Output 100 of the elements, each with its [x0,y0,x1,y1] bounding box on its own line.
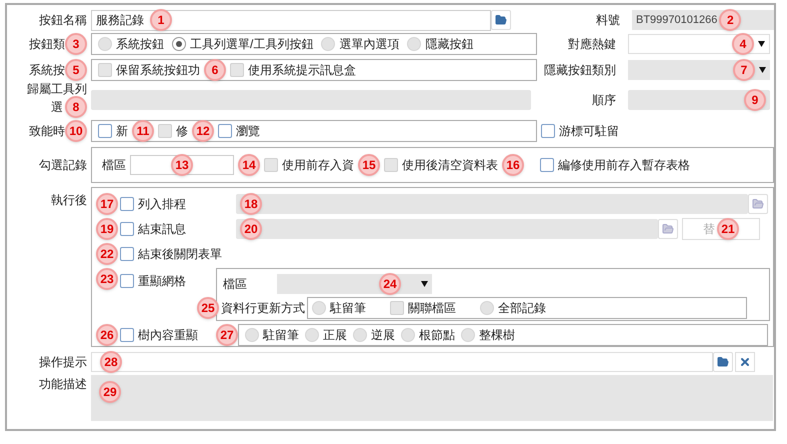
clear-button[interactable] [735,352,755,372]
radio-button[interactable] [172,37,186,51]
checkbox-label: 重顯網格 [138,273,186,290]
number-badge: 18 [240,193,262,215]
field-label: 選 [51,100,63,114]
number-badge: 23 [96,268,118,290]
text-field[interactable] [91,90,531,110]
browse-button[interactable] [713,352,733,372]
folder-icon [752,198,764,210]
radio-button[interactable] [480,301,494,315]
folder-icon [717,356,729,368]
field-label: 勾選記錄 [39,157,87,174]
checkbox[interactable] [541,124,555,138]
radio-button[interactable] [401,328,415,342]
checkbox[interactable] [540,158,554,172]
browse-button[interactable] [748,194,768,214]
caret-icon [758,41,765,47]
text-field[interactable]: 18 [236,194,748,214]
field-label: 致能時 [29,123,65,140]
field-label: 對應熱鍵 [568,36,616,53]
number-badge: 22 [96,243,118,265]
radio-button[interactable] [312,301,326,315]
browse-button[interactable] [658,219,678,239]
number-badge: 24 [379,273,401,295]
number-badge: 4 [732,33,754,55]
checkbox-label: 列入排程 [138,196,186,213]
checkbox-label: 使用後清空資料表 [402,157,498,174]
checkbox[interactable] [120,274,134,288]
number-badge: 1 [150,9,172,31]
text-field[interactable]: 13 [130,155,234,175]
field-label: 按鈕類 [29,36,65,53]
number-badge: 6 [204,59,226,81]
radio-button[interactable] [305,328,319,342]
checkbox-label: 瀏覽 [236,123,260,140]
field-label: 執行後 [51,192,87,209]
radio-label: 根節點 [419,327,455,344]
browse-button[interactable] [491,10,511,30]
field-label: 歸屬工具列 [27,82,87,96]
text-field[interactable]: 服務記錄 1 [91,10,491,30]
radio-button[interactable] [98,37,112,51]
number-badge: 21 [717,218,739,240]
field-label: 順序 [592,92,616,109]
radio-label: 隱藏按鈕 [425,36,474,53]
folder-icon [662,223,674,235]
number-badge: 26 [96,324,118,346]
checkbox[interactable] [98,124,112,138]
number-badge: 7 [733,59,755,81]
text-area[interactable]: 29 [91,375,773,421]
number-badge: 15 [358,154,380,176]
radio-button[interactable] [407,37,422,51]
radio-button[interactable] [353,328,367,342]
number-badge: 27 [216,324,238,346]
radio-label: 工具列選單/工具列按鈕 [190,36,314,53]
number-badge: 2 [719,9,742,31]
radio-label: 駐留筆 [263,327,299,344]
number-badge: 17 [96,193,118,215]
number-badge: 9 [744,89,766,111]
number-badge: 5 [65,59,87,81]
checkbox[interactable] [218,124,232,138]
checkbox-label: 修 [176,123,188,140]
radio-button[interactable] [321,37,336,51]
radio-label: 整棵樹 [479,327,515,344]
text-field[interactable]: BT99970101266 2 [632,10,774,30]
close-icon [739,356,751,368]
field-label: 檔區 [223,276,247,293]
dropdown[interactable]: 24 [277,274,432,294]
number-badge: 12 [192,120,214,142]
replace-button[interactable]: 替 21 [682,218,760,240]
dropdown[interactable]: 4 [628,34,770,54]
number-badge: 29 [99,381,121,403]
checkbox-label: 使用系統提示訊息盒 [248,62,356,79]
field-label: 資料行更新方式 [221,300,305,317]
number-badge: 14 [238,154,260,176]
number-badge: 28 [100,351,122,373]
field-label: 檔區 [102,157,126,174]
checkbox-label: 游標可駐留 [559,123,619,140]
checkbox-label: 結束訊息 [138,221,186,238]
checkbox-label: 新 [116,123,128,140]
radio-button[interactable] [461,328,475,342]
number-badge: 20 [240,218,262,240]
number-badge: 16 [502,154,524,176]
radio-label: 系統按鈕 [116,36,164,53]
radio-button[interactable] [245,328,259,342]
text-field[interactable]: 9 [628,90,770,110]
radio-label: 駐留筆 [330,300,366,317]
radio-label: 正展 [323,327,347,344]
checkbox-label: 使用前存入資 [282,157,354,174]
field-value: 服務記錄 [96,12,144,29]
number-badge: 11 [132,120,154,142]
number-badge: 19 [96,218,118,240]
checkbox[interactable] [120,197,134,211]
checkbox[interactable] [120,247,134,261]
dropdown[interactable]: 7 [628,60,770,80]
checkbox-label: 關聯檔區 [408,300,456,317]
field-label: 按鈕名稱 [39,12,87,29]
text-field[interactable]: 20 [236,219,658,239]
number-badge: 25 [197,297,219,319]
checkbox[interactable] [120,222,134,236]
text-field[interactable]: 28 [91,352,713,372]
checkbox[interactable] [120,328,134,342]
